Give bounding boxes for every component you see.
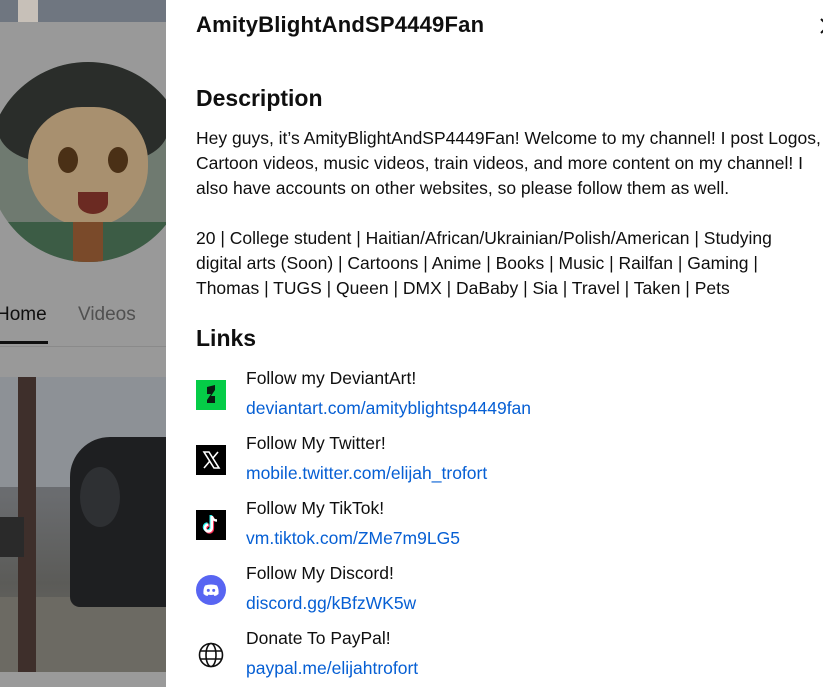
link-url[interactable]: vm.tiktok.com/ZMe7m9LG5 [246,528,460,549]
x-twitter-icon [196,445,226,475]
link-title: Follow my DeviantArt! [246,368,417,388]
link-url[interactable]: paypal.me/elijahtrofort [246,658,418,679]
background-channel-page: Home Videos [0,0,166,687]
description-tags: 20 | College student | Haitian/African/U… [196,228,772,298]
description-heading: Description [196,85,323,111]
link-title: Follow My TikTok! [246,498,385,518]
featured-video-thumbnail [0,377,166,672]
channel-avatar [0,62,166,262]
links-heading: Links [196,325,257,351]
tab-videos: Videos [78,304,136,325]
link-item-discord: Follow My Discord! discord.gg/kBfzWK5w [196,563,816,623]
tab-home-underline [0,341,48,344]
deviantart-icon [196,380,226,410]
channel-name-title: AmityBlightAndSP4449Fan [196,12,485,37]
link-url[interactable]: discord.gg/kBfzWK5w [246,593,416,614]
link-item-deviantart: Follow my DeviantArt! deviantart.com/ami… [196,368,816,428]
link-title: Donate To PayPal! [246,628,391,648]
link-title: Follow My Twitter! [246,433,386,453]
tiktok-icon [196,510,226,540]
link-item-twitter: Follow My Twitter! mobile.twitter.com/el… [196,433,816,493]
link-url[interactable]: mobile.twitter.com/elijah_trofort [246,463,487,484]
close-button[interactable] [816,14,823,40]
close-icon [820,18,823,34]
tab-home: Home [0,304,47,325]
link-url[interactable]: deviantart.com/amityblightsp4449fan [246,398,531,419]
about-panel: AmityBlightAndSP4449Fan Description Hey … [166,0,823,687]
link-item-tiktok: Follow My TikTok! vm.tiktok.com/ZMe7m9LG… [196,498,816,558]
channel-banner [0,0,166,22]
link-item-paypal: Donate To PayPal! paypal.me/elijahtrofor… [196,628,816,688]
tab-divider [0,346,166,347]
discord-icon [196,575,226,605]
globe-icon [196,640,226,670]
description-paragraph: Hey guys, it’s AmityBlightAndSP4449Fan! … [196,128,821,198]
link-title: Follow My Discord! [246,563,394,583]
